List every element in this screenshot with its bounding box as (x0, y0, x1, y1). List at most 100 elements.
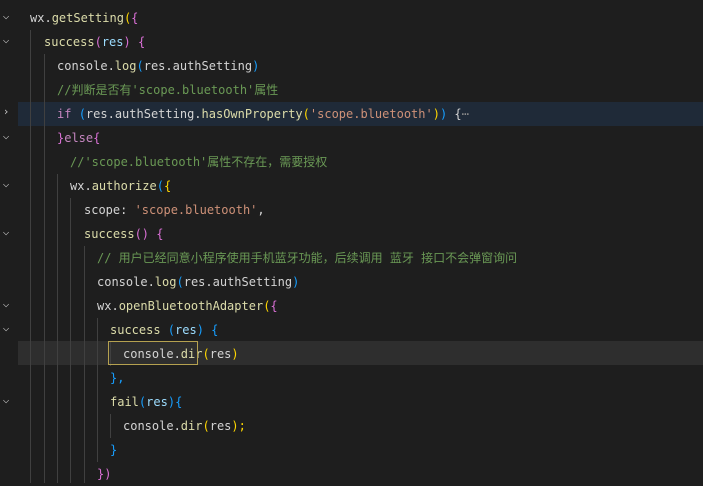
code-line[interactable]: console.dir(res); (18, 414, 703, 438)
code-token: success (84, 227, 135, 241)
code-line[interactable]: }, (18, 366, 703, 390)
code-token: scope: (84, 203, 135, 217)
code-line[interactable]: //判断是否有'scope.bluetooth'属性 (18, 78, 703, 102)
code-token: res (101, 35, 124, 49)
fold-chevron-down-icon[interactable]: ⌵ (0, 10, 12, 22)
code-token: //'scope.bluetooth'属性不存在，需要授权 (70, 155, 328, 169)
code-line[interactable]: }else{ (18, 126, 703, 150)
fold-chevron-down-icon[interactable]: ⌵ (0, 34, 12, 46)
code-token: 'scope.bluetooth' (309, 107, 433, 121)
code-token: ( (167, 323, 176, 337)
code-token: ( (78, 107, 86, 121)
code-token: hasOwnProperty (201, 107, 303, 121)
code-token: ); (231, 419, 246, 433)
code-token: res (209, 419, 232, 433)
code-token: else (64, 131, 94, 145)
code-token: getSetting (51, 11, 124, 25)
editor-gutter (0, 0, 18, 483)
indent-guide (110, 414, 111, 438)
code-token: ( (176, 275, 184, 289)
code-token: res.authSetting (183, 275, 293, 289)
code-token: ⋯ (461, 107, 469, 121)
code-token: res.authSetting (143, 59, 253, 73)
fold-chevron-right-icon[interactable]: › (0, 106, 12, 118)
code-line[interactable]: if (res.authSetting.hasOwnProperty('scop… (18, 102, 703, 126)
indent-guide (30, 30, 31, 483)
code-token: 'scope.bluetooth' (134, 203, 258, 217)
code-token: res (209, 347, 232, 361)
code-token: wx. (97, 299, 119, 313)
code-token: }, (110, 371, 125, 385)
code-line[interactable]: success (res) { (18, 318, 703, 342)
code-token: success (44, 35, 95, 49)
code-token: console. (57, 59, 115, 73)
indent-guide (97, 318, 98, 462)
indent-guide (84, 246, 85, 483)
code-line[interactable]: console.log(res.authSetting) (18, 270, 703, 294)
code-token: ) (196, 323, 212, 337)
code-token: wx. (30, 11, 52, 25)
code-line[interactable]: wx.authorize({ (18, 174, 703, 198)
code-token: }) (97, 467, 112, 481)
code-token: authorize (91, 179, 157, 193)
bracket-match-box (108, 341, 198, 365)
code-token: { (163, 179, 172, 193)
code-token: dir (180, 419, 203, 433)
code-token: log (154, 275, 177, 289)
code-line[interactable]: wx.openBluetoothAdapter({ (18, 294, 703, 318)
code-token: { (156, 227, 164, 241)
code-line[interactable]: // 用户已经同意小程序使用手机蓝牙功能，后续调用 蓝牙 接口不会弹窗询问 (18, 246, 703, 270)
code-token: success (110, 323, 168, 337)
code-token: console. (97, 275, 155, 289)
code-token: fail (110, 395, 139, 409)
code-token: //判断是否有'scope.bluetooth'属性 (57, 83, 279, 97)
code-token: if (57, 107, 79, 121)
code-line[interactable]: console.log(res.authSetting) (18, 54, 703, 78)
code-token: { (447, 107, 462, 121)
indent-guide (44, 54, 45, 483)
code-token: { (211, 323, 219, 337)
fold-chevron-down-icon[interactable]: ⌵ (0, 130, 12, 142)
code-token: openBluetoothAdapter (118, 299, 264, 313)
fold-chevron-down-icon[interactable]: ⌵ (0, 226, 12, 238)
code-token: ) (123, 35, 138, 49)
code-token: // 用户已经同意小程序使用手机蓝牙功能，后续调用 蓝牙 接口不会弹窗询问 (97, 251, 518, 265)
code-token: () (134, 227, 157, 241)
code-token: ) (252, 59, 260, 73)
fold-chevron-down-icon[interactable]: ⌵ (0, 394, 12, 406)
code-token: wx. (70, 179, 92, 193)
code-token: ) (292, 275, 300, 289)
code-token: ) (432, 107, 440, 121)
code-token: ( (202, 347, 210, 361)
code-token: res (175, 323, 197, 337)
code-line[interactable]: //'scope.bluetooth'属性不存在，需要授权 (18, 150, 703, 174)
code-token: ( (156, 179, 164, 193)
code-token: ) (231, 347, 239, 361)
code-token: { (131, 11, 139, 25)
code-token: { (175, 395, 183, 409)
code-token: console. (123, 419, 181, 433)
code-token: log (114, 59, 137, 73)
code-line[interactable]: fail(res){ (18, 390, 703, 414)
code-line[interactable]: } (18, 438, 703, 462)
code-token: ) (167, 395, 176, 409)
fold-chevron-down-icon[interactable]: ⌵ (0, 178, 12, 190)
code-line[interactable]: success() { (18, 222, 703, 246)
code-line[interactable]: scope: 'scope.bluetooth', (18, 198, 703, 222)
code-token: } (110, 443, 118, 457)
code-line[interactable]: }) (18, 462, 703, 486)
code-token: { (270, 299, 278, 313)
indent-guide (70, 198, 71, 483)
code-token: res.authSetting. (85, 107, 202, 121)
code-token: { (93, 131, 101, 145)
code-line[interactable]: success(res) { (18, 30, 703, 54)
fold-chevron-down-icon[interactable]: ⌵ (0, 322, 12, 334)
code-token: ( (136, 59, 144, 73)
code-token: res (146, 395, 168, 409)
code-token: ( (202, 419, 210, 433)
indent-guide (57, 174, 58, 483)
code-token: ( (302, 107, 310, 121)
fold-chevron-down-icon[interactable]: ⌵ (0, 298, 12, 310)
code-line[interactable]: wx.getSetting({ (18, 6, 703, 30)
code-token: ( (94, 35, 102, 49)
